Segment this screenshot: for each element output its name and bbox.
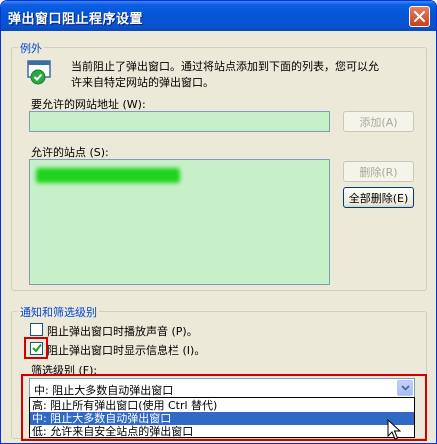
popup-blocker-settings-dialog: 弹出窗口阻止程序设置 例外 当前阻止了弹出窗口。通过将站点添加到下面的列表，您可…: [0, 0, 437, 444]
play-sound-checkbox[interactable]: [30, 323, 43, 336]
allowed-sites-label: 允许的站点 (S):: [31, 146, 109, 159]
info-text: 当前阻止了弹出窗口。通过将站点添加到下面的列表，您可以允 许来自特定网站的弹出窗…: [71, 59, 379, 91]
remove-all-button[interactable]: 全部删除(E): [343, 187, 414, 208]
address-input[interactable]: [29, 111, 330, 132]
popup-blocker-info-icon: [27, 60, 51, 85]
add-button[interactable]: 添加(A): [343, 111, 414, 132]
title-bar[interactable]: 弹出窗口阻止程序设置: [1, 1, 436, 31]
exceptions-group-label: 例外: [18, 40, 44, 56]
check-icon: [32, 343, 42, 353]
remove-button[interactable]: 删除(R): [343, 161, 414, 182]
allowed-sites-list[interactable]: [29, 159, 330, 285]
filter-option-medium[interactable]: 中: 阻止大多数自动弹出窗口: [30, 412, 414, 425]
filter-option-high[interactable]: 高: 阻止所有弹出窗口(使用 Ctrl 替代): [30, 399, 414, 412]
close-button[interactable]: [409, 6, 430, 27]
dropdown-arrow-button[interactable]: [397, 380, 413, 396]
filter-level-select[interactable]: 中: 阻止大多数自动弹出窗口: [29, 378, 415, 398]
chevron-down-icon: [400, 385, 410, 391]
allowed-site-entry[interactable]: [36, 168, 180, 183]
show-infobar-checkbox[interactable]: [30, 342, 43, 355]
info-text-line2: 许来自特定网站的弹出窗口。: [71, 76, 214, 89]
address-label: 要允许的网站地址 (W):: [31, 98, 146, 111]
filter-level-selected: 中: 阻止大多数自动弹出窗口: [34, 384, 174, 397]
mouse-cursor-icon: [387, 419, 401, 440]
close-icon: [414, 11, 425, 22]
filter-option-low[interactable]: 低: 允许来自安全站点的弹出窗口: [30, 425, 414, 438]
notification-group-label: 通知和筛选级别: [18, 304, 99, 320]
filter-level-options: 高: 阻止所有弹出窗口(使用 Ctrl 替代) 中: 阻止大多数自动弹出窗口 低…: [29, 397, 415, 438]
dialog-title: 弹出窗口阻止程序设置: [8, 12, 144, 27]
play-sound-label[interactable]: 阻止弹出窗口时播放声音 (P)。: [47, 323, 198, 339]
show-infobar-label[interactable]: 阻止弹出窗口时显示信息栏 (I)。: [47, 342, 205, 358]
info-text-line1: 当前阻止了弹出窗口。通过将站点添加到下面的列表，您可以允: [71, 60, 379, 73]
